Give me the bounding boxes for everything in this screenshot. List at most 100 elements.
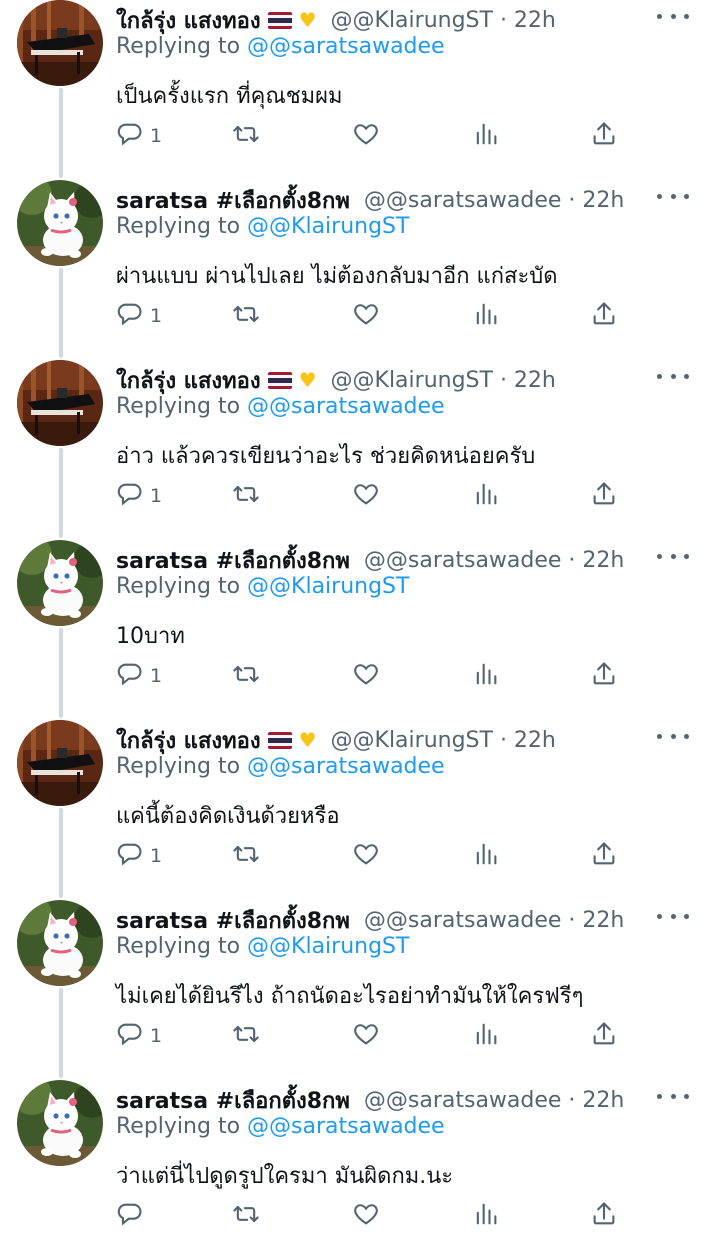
more-options-icon[interactable] [657, 366, 689, 386]
heart-icon [352, 120, 380, 153]
piano-avatar[interactable] [17, 720, 103, 806]
heart-icon [352, 840, 380, 873]
retweet-icon [232, 1200, 260, 1233]
heart-icon [352, 480, 380, 513]
retweet-button[interactable] [232, 120, 260, 152]
views-button[interactable] [472, 660, 500, 692]
reply-button[interactable]: 1 [116, 660, 162, 692]
reply-count: 1 [150, 125, 163, 147]
like-button[interactable] [352, 120, 380, 152]
like-button[interactable] [352, 660, 380, 692]
tweet-header: saratsa #เลือกตั้ง8กพ @@saratsawadee · 2… [116, 904, 624, 936]
display-name[interactable]: ใกล้รุ่ง แสงทอง [116, 3, 261, 38]
reply-mention-link[interactable]: @@saratsawadee [247, 754, 445, 779]
more-options-icon[interactable] [657, 726, 689, 746]
share-button[interactable] [590, 1020, 618, 1052]
reply-button[interactable]: 1 [116, 1020, 162, 1052]
handle-and-time: @@KlairungST · 22h [330, 367, 556, 393]
reply-mention-link[interactable]: @@saratsawadee [247, 34, 445, 59]
views-button[interactable] [472, 300, 500, 332]
share-button[interactable] [590, 480, 618, 512]
tweet-item[interactable]: ใกล้รุ่ง แสงทอง ♥ @@KlairungST · 22h Rep… [0, 0, 709, 180]
yellow-heart-icon: ♥ [298, 368, 317, 392]
stats-icon [472, 480, 500, 513]
reply-button[interactable]: 1 [116, 480, 162, 512]
views-button[interactable] [472, 120, 500, 152]
retweet-button[interactable] [232, 1020, 260, 1052]
share-icon [590, 120, 618, 153]
share-button[interactable] [590, 120, 618, 152]
reply-icon [116, 1200, 144, 1233]
tweet-item[interactable]: saratsa #เลือกตั้ง8กพ @@saratsawadee · 2… [0, 1080, 709, 1260]
reply-mention-link[interactable]: @@saratsawadee [247, 1114, 445, 1139]
views-button[interactable] [472, 480, 500, 512]
thai-flag-icon [267, 11, 292, 29]
retweet-button[interactable] [232, 1200, 260, 1232]
replying-to: Replying to @@saratsawadee [116, 1114, 445, 1139]
cat-avatar[interactable] [17, 540, 103, 626]
like-button[interactable] [352, 840, 380, 872]
display-name[interactable]: saratsa #เลือกตั้ง8กพ [116, 543, 350, 578]
like-button[interactable] [352, 480, 380, 512]
reply-button[interactable]: 1 [116, 300, 162, 332]
yellow-heart-icon: ♥ [298, 8, 317, 32]
share-button[interactable] [590, 300, 618, 332]
display-name[interactable]: saratsa #เลือกตั้ง8กพ [116, 183, 350, 218]
tweet-actions: 1 [116, 480, 636, 512]
reply-button[interactable]: 1 [116, 120, 162, 152]
replying-to: Replying to @@KlairungST [116, 934, 409, 959]
tweet-actions: 1 [116, 660, 636, 692]
tweet-item[interactable]: ใกล้รุ่ง แสงทอง ♥ @@KlairungST · 22h Rep… [0, 720, 709, 900]
reply-button[interactable] [116, 1200, 150, 1232]
reply-count: 1 [150, 1025, 163, 1047]
cat-avatar[interactable] [17, 900, 103, 986]
piano-avatar[interactable] [17, 0, 103, 86]
share-button[interactable] [590, 660, 618, 692]
replying-to-label: Replying to [116, 754, 241, 779]
reply-mention-link[interactable]: @@KlairungST [247, 574, 409, 599]
more-options-icon[interactable] [657, 1086, 689, 1106]
tweet-text: แค่นี้ต้องคิดเงินด้วยหรือ [116, 804, 340, 829]
cat-avatar[interactable] [17, 1080, 103, 1166]
tweet-actions: 1 [116, 840, 636, 872]
retweet-icon [232, 660, 260, 693]
retweet-icon [232, 1020, 260, 1053]
share-button[interactable] [590, 840, 618, 872]
tweet-item[interactable]: saratsa #เลือกตั้ง8กพ @@saratsawadee · 2… [0, 900, 709, 1080]
like-button[interactable] [352, 1020, 380, 1052]
display-name[interactable]: ใกล้รุ่ง แสงทอง [116, 363, 261, 398]
more-options-icon[interactable] [657, 546, 689, 566]
display-name[interactable]: saratsa #เลือกตั้ง8กพ [116, 1083, 350, 1118]
more-options-icon[interactable] [657, 186, 689, 206]
retweet-button[interactable] [232, 840, 260, 872]
tweet-item[interactable]: saratsa #เลือกตั้ง8กพ @@saratsawadee · 2… [0, 540, 709, 720]
reply-mention-link[interactable]: @@KlairungST [247, 214, 409, 239]
tweet-actions: 1 [116, 120, 636, 152]
reply-mention-link[interactable]: @@saratsawadee [247, 394, 445, 419]
heart-icon [352, 300, 380, 333]
reply-button[interactable]: 1 [116, 840, 162, 872]
reply-icon [116, 840, 144, 873]
tweet-item[interactable]: saratsa #เลือกตั้ง8กพ @@saratsawadee · 2… [0, 180, 709, 360]
tweet-header: saratsa #เลือกตั้ง8กพ @@saratsawadee · 2… [116, 1084, 624, 1116]
display-name[interactable]: ใกล้รุ่ง แสงทอง [116, 723, 261, 758]
like-button[interactable] [352, 1200, 380, 1232]
more-options-icon[interactable] [657, 6, 689, 26]
retweet-icon [232, 480, 260, 513]
more-options-icon[interactable] [657, 906, 689, 926]
retweet-button[interactable] [232, 660, 260, 692]
reply-icon [116, 120, 144, 153]
reply-mention-link[interactable]: @@KlairungST [247, 934, 409, 959]
reply-count: 1 [150, 665, 163, 687]
views-button[interactable] [472, 1020, 500, 1052]
retweet-button[interactable] [232, 480, 260, 512]
views-button[interactable] [472, 840, 500, 872]
retweet-button[interactable] [232, 300, 260, 332]
views-button[interactable] [472, 1200, 500, 1232]
tweet-item[interactable]: ใกล้รุ่ง แสงทอง ♥ @@KlairungST · 22h Rep… [0, 360, 709, 540]
share-button[interactable] [590, 1200, 618, 1232]
display-name[interactable]: saratsa #เลือกตั้ง8กพ [116, 903, 350, 938]
piano-avatar[interactable] [17, 360, 103, 446]
like-button[interactable] [352, 300, 380, 332]
cat-avatar[interactable] [17, 180, 103, 266]
